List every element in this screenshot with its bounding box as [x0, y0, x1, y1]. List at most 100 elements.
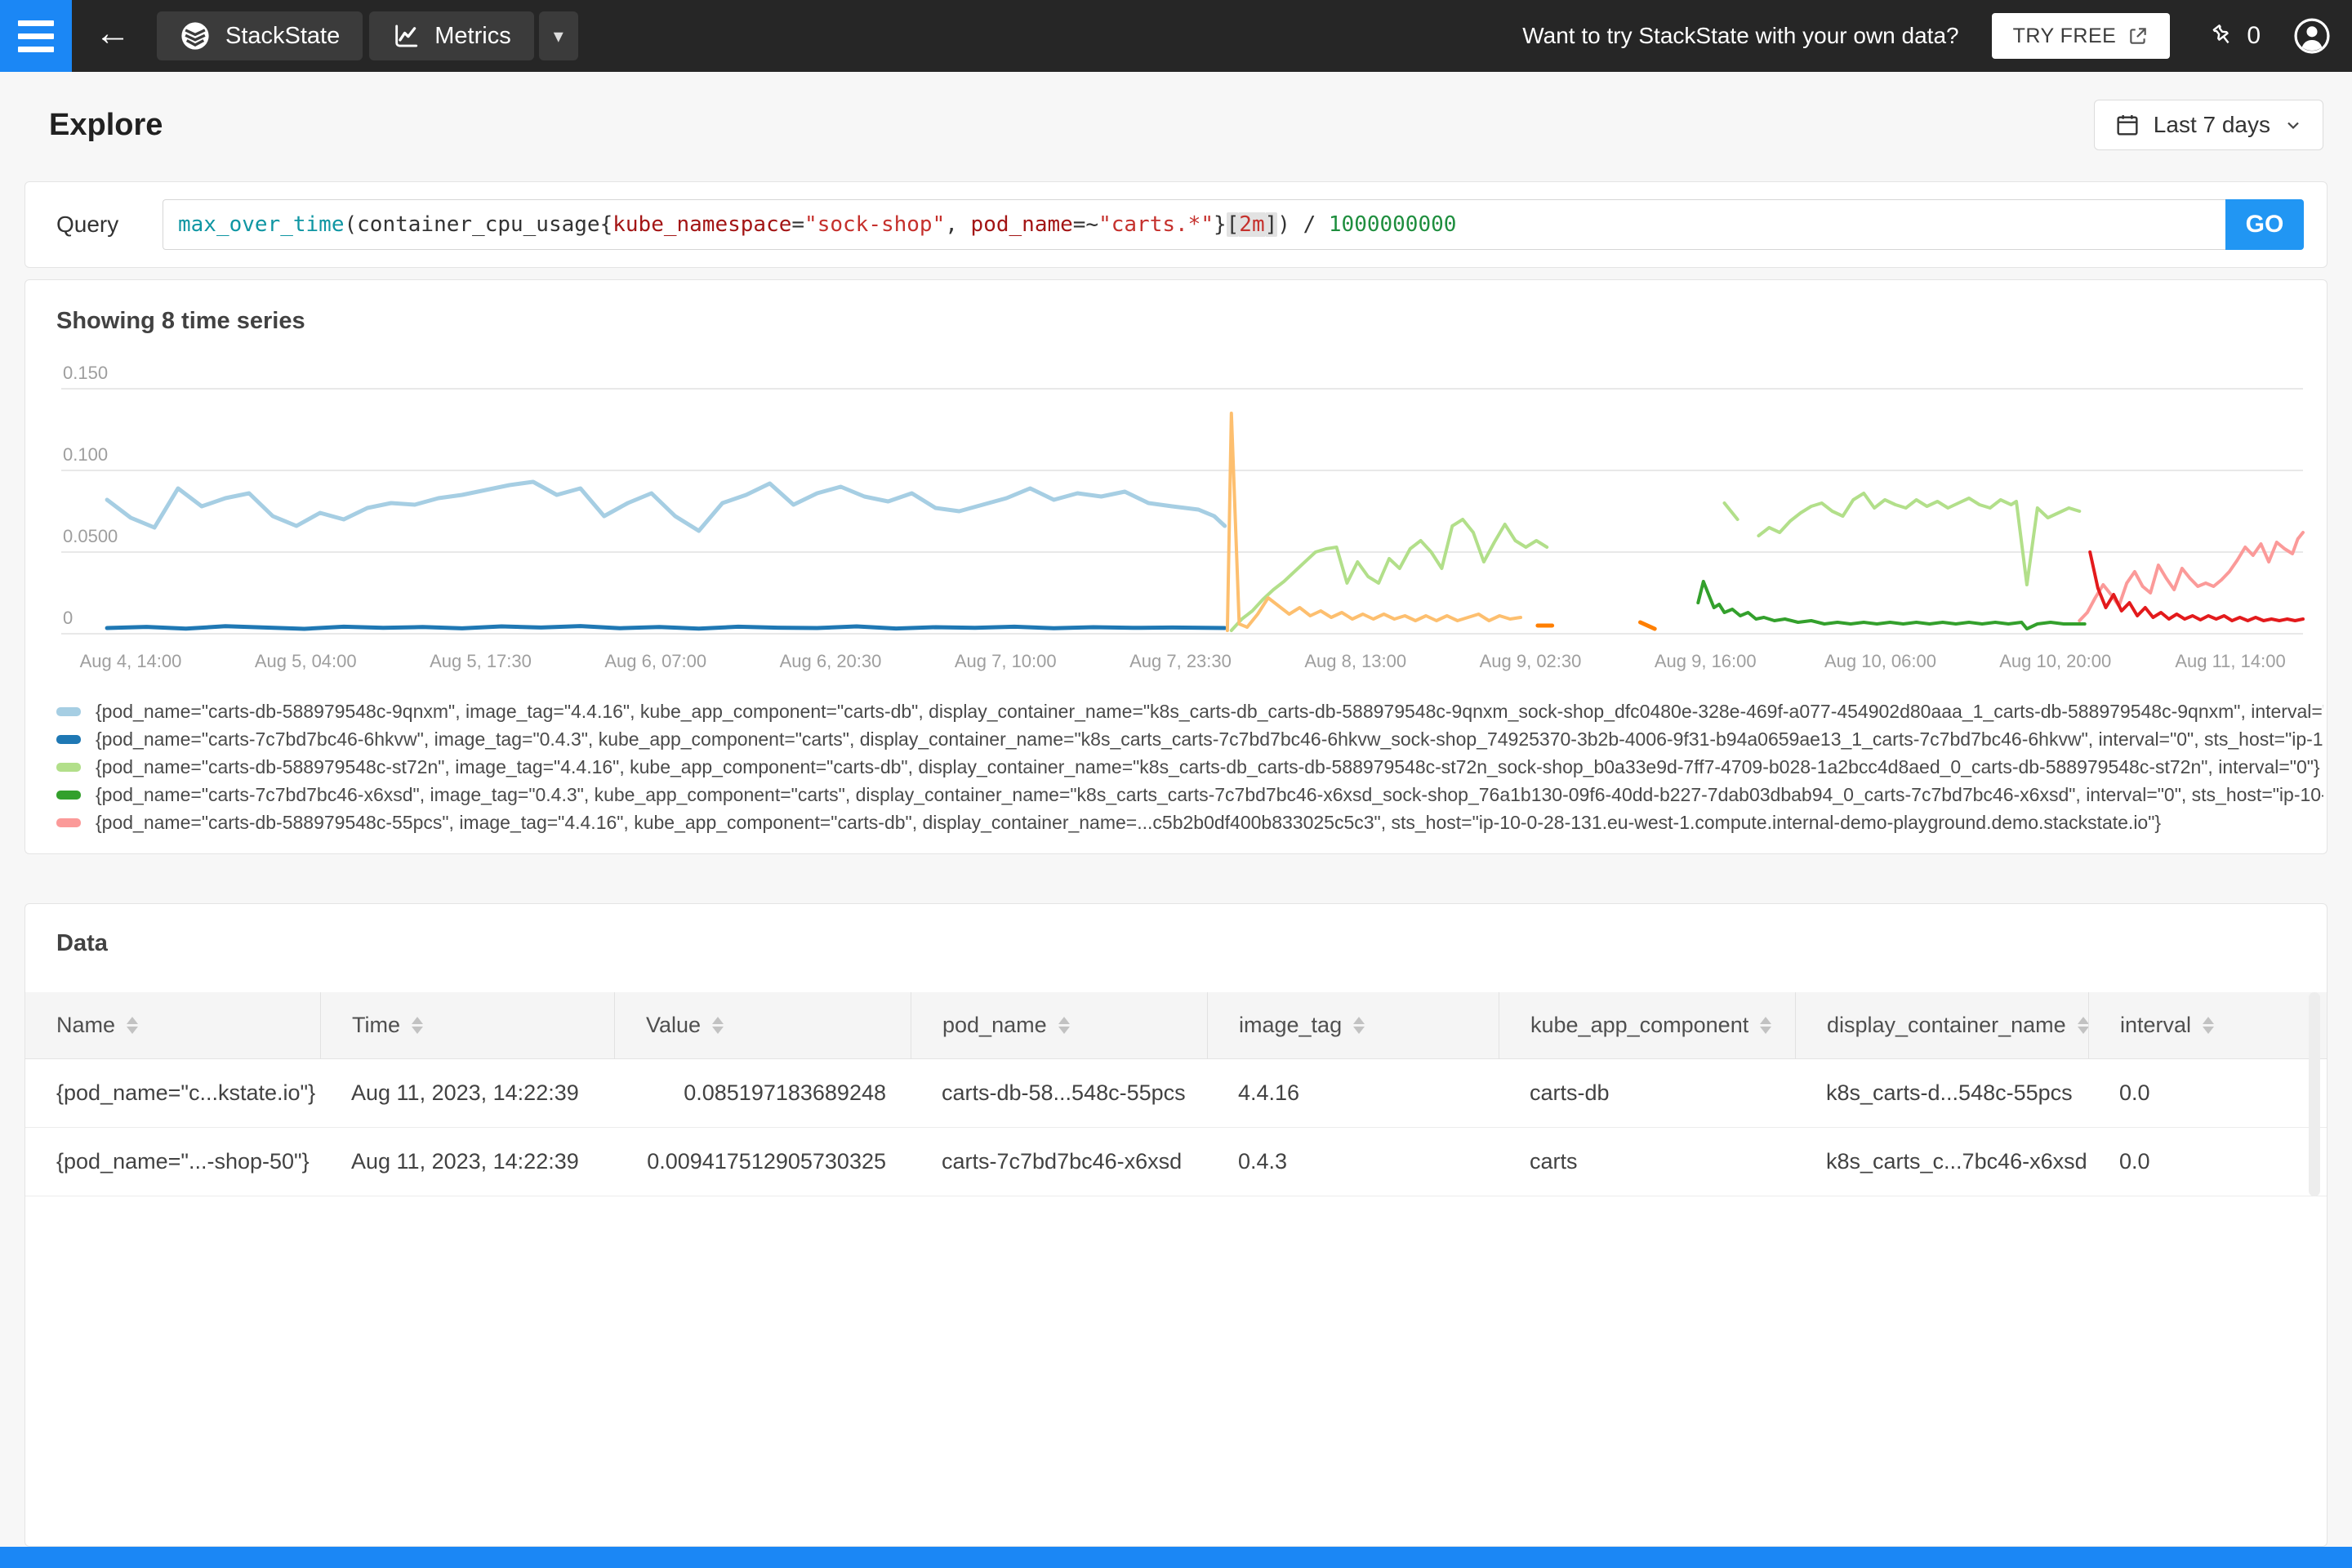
- series-line-3: [1229, 518, 1549, 632]
- sort-icon[interactable]: [1058, 1017, 1070, 1034]
- sort-icon[interactable]: [2077, 1017, 2089, 1034]
- navbar: ← StackState Metrics ▾ Want to try Stack…: [0, 0, 2352, 72]
- cell-interval: 0.0: [2119, 1080, 2150, 1105]
- metrics-tab-button[interactable]: Metrics: [369, 11, 534, 60]
- query-token: "carts.*": [1098, 212, 1214, 237]
- caret-down-icon: ▾: [553, 24, 564, 47]
- query-token: }: [1213, 212, 1227, 237]
- query-token: 1000000000: [1328, 212, 1457, 237]
- chart-legend: {pod_name="carts-db-588979548c-9qnxm", i…: [56, 701, 2323, 840]
- back-button[interactable]: ←: [95, 16, 131, 51]
- column-header-kube_app_component[interactable]: kube_app_component: [1499, 992, 1795, 1058]
- query-token: 2m: [1239, 212, 1265, 237]
- query-token: (: [344, 212, 358, 237]
- cell-pod_name: carts-7c7bd7bc46-x6xsd: [942, 1149, 1183, 1174]
- app-switcher-button[interactable]: StackState: [157, 11, 363, 60]
- column-header-interval[interactable]: interval: [2088, 992, 2327, 1058]
- series-line-7: [1225, 412, 1522, 632]
- time-series-chart[interactable]: 0.150 0.100 0.0500 0 Aug 4, 14:00 Aug 5, 04:0…: [25, 347, 2327, 698]
- x-axis-tick: Aug 9, 02:30: [1480, 651, 1582, 671]
- query-token: [: [1226, 212, 1240, 237]
- column-header-label: Name: [56, 1013, 116, 1037]
- cell-value: 0.085197183689248: [684, 1080, 886, 1105]
- pin-icon: [2209, 22, 2237, 50]
- color-swatch: [56, 734, 81, 744]
- hamburger-menu-button[interactable]: [0, 0, 72, 72]
- legend-item[interactable]: {pod_name="carts-db-588979548c-9qnxm", i…: [56, 701, 2323, 722]
- legend-item[interactable]: {pod_name="carts-db-588979548c-55pcs", i…: [56, 812, 2323, 833]
- sort-icon[interactable]: [2203, 1017, 2215, 1034]
- date-range-picker[interactable]: Last 7 days: [2093, 100, 2323, 150]
- query-token: max_over_time: [178, 212, 345, 237]
- column-header-label: pod_name: [942, 1013, 1047, 1037]
- series-line-3: [1757, 492, 2082, 586]
- x-axis-tick: Aug 6, 07:00: [604, 651, 706, 671]
- pinned-items-button[interactable]: 0: [2209, 22, 2261, 50]
- query-token: kube_namespace: [612, 212, 792, 237]
- try-free-label: TRY FREE: [2012, 24, 2117, 47]
- tab-dropdown-button[interactable]: ▾: [538, 11, 578, 60]
- x-axis-tick: Aug 5, 17:30: [430, 651, 532, 671]
- series-line-1: [105, 479, 1227, 533]
- go-button[interactable]: GO: [2225, 199, 2304, 250]
- cell-name: {pod_name="...-shop-50"}: [56, 1149, 310, 1174]
- column-header-label: Time: [352, 1013, 400, 1037]
- query-token: =~: [1072, 212, 1099, 237]
- query-token: =: [791, 212, 805, 237]
- query-input[interactable]: max_over_time(container_cpu_usage{kube_n…: [163, 199, 2225, 250]
- table-row[interactable]: {pod_name="...-shop-50"} Aug 11, 2023, 14…: [25, 1128, 2327, 1196]
- y-axis-tick: 0.100: [63, 444, 108, 465]
- sort-icon[interactable]: [1760, 1017, 1772, 1034]
- series-line-4: [1696, 580, 2087, 630]
- app-name: StackState: [225, 22, 341, 49]
- column-header-name[interactable]: Name: [25, 992, 320, 1058]
- query-token: ]: [1264, 212, 1278, 237]
- sort-icon[interactable]: [1353, 1017, 1365, 1034]
- query-token: pod_name: [970, 212, 1073, 237]
- query-token: /: [1290, 212, 1329, 237]
- column-header-pod_name[interactable]: pod_name: [911, 992, 1207, 1058]
- column-header-image_tag[interactable]: image_tag: [1207, 992, 1499, 1058]
- y-axis-tick: 0.150: [63, 363, 108, 383]
- cell-interval: 0.0: [2119, 1149, 2150, 1174]
- table-scrollbar[interactable]: [2309, 992, 2320, 1196]
- legend-label: {pod_name="carts-db-588979548c-st72n", i…: [96, 755, 2320, 777]
- column-header-display_container_name[interactable]: display_container_name: [1795, 992, 2089, 1058]
- query-token: ): [1277, 212, 1290, 237]
- series-line-2: [105, 624, 1227, 631]
- sort-icon[interactable]: [412, 1017, 423, 1034]
- query-label: Query: [56, 212, 119, 237]
- legend-item[interactable]: {pod_name="carts-7c7bd7bc46-6hkvw", imag…: [56, 728, 2323, 750]
- line-chart-icon: [392, 22, 420, 50]
- data-card: Data Name Time Value pod_name image_tag kube_…: [24, 903, 2328, 1547]
- column-header-label: kube_app_component: [1530, 1013, 1749, 1037]
- legend-item[interactable]: {pod_name="carts-db-588979548c-st72n", i…: [56, 755, 2323, 777]
- x-axis-tick: Aug 7, 23:30: [1129, 651, 1232, 671]
- try-free-button[interactable]: TRY FREE: [1991, 13, 2171, 59]
- column-header-label: display_container_name: [1827, 1013, 2066, 1037]
- chevron-down-icon: [2283, 115, 2303, 135]
- query-card: Query max_over_time(container_cpu_usage{…: [24, 181, 2328, 268]
- chart-title: Showing 8 time series: [56, 308, 305, 334]
- x-axis-tick: Aug 10, 20:00: [1999, 651, 2111, 671]
- avatar[interactable]: [2293, 17, 2331, 55]
- column-header-value[interactable]: Value: [614, 992, 911, 1058]
- legend-label: {pod_name="carts-7c7bd7bc46-6hkvw", imag…: [96, 728, 2323, 750]
- data-title: Data: [56, 930, 108, 956]
- stackstate-logo-icon: [180, 20, 211, 51]
- query-token: "sock-shop": [804, 212, 946, 237]
- legend-item[interactable]: {pod_name="carts-7c7bd7bc46-x6xsd", imag…: [56, 784, 2323, 805]
- promo-text: Want to try StackState with your own dat…: [1522, 23, 1959, 48]
- cell-pod_name: carts-db-58...548c-55pcs: [942, 1080, 1186, 1105]
- external-link-icon: [2127, 25, 2149, 47]
- column-header-label: interval: [2120, 1013, 2192, 1037]
- color-swatch: [56, 817, 81, 827]
- table-row[interactable]: {pod_name="c...kstate.io"} Aug 11, 2023, …: [25, 1059, 2327, 1128]
- sort-icon[interactable]: [712, 1017, 724, 1034]
- bottom-bar: [0, 1547, 2352, 1568]
- sort-icon[interactable]: [127, 1017, 139, 1034]
- color-swatch: [56, 762, 81, 772]
- column-header-label: image_tag: [1239, 1013, 1343, 1037]
- column-header-time[interactable]: Time: [320, 992, 614, 1058]
- cell-display_container_name: k8s_carts-d...548c-55pcs: [1826, 1080, 2073, 1105]
